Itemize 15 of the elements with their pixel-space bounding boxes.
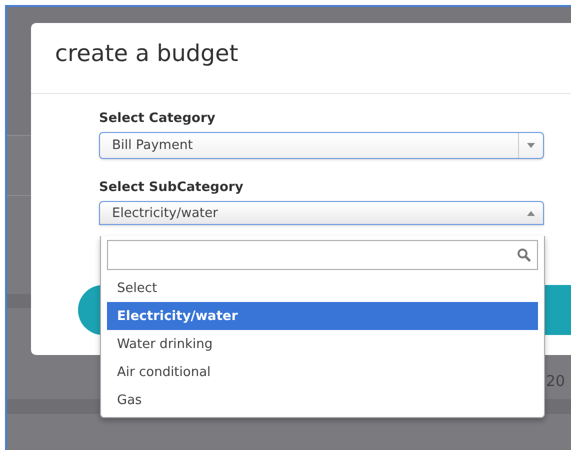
search-field[interactable] [107,240,538,270]
select-field[interactable]: Electricity/water [99,201,544,225]
dropdown-option[interactable]: Gas [107,386,538,414]
background-text: 20 [546,372,566,390]
search-icon [517,248,531,262]
dropdown-option[interactable]: Water drinking [107,330,538,358]
caret-up-icon [527,210,535,216]
field-label: Select Category [99,111,216,126]
dropdown-option[interactable]: Electricity/water [107,302,538,330]
field-label: Select SubCategory [99,180,244,195]
dropdown-option[interactable]: Select [107,274,538,302]
modal-title: create a budget [55,41,240,67]
caret-down-icon [527,143,535,148]
dropdown-option[interactable]: Air conditional [107,358,538,386]
select-field[interactable]: Bill Payment [99,132,544,159]
